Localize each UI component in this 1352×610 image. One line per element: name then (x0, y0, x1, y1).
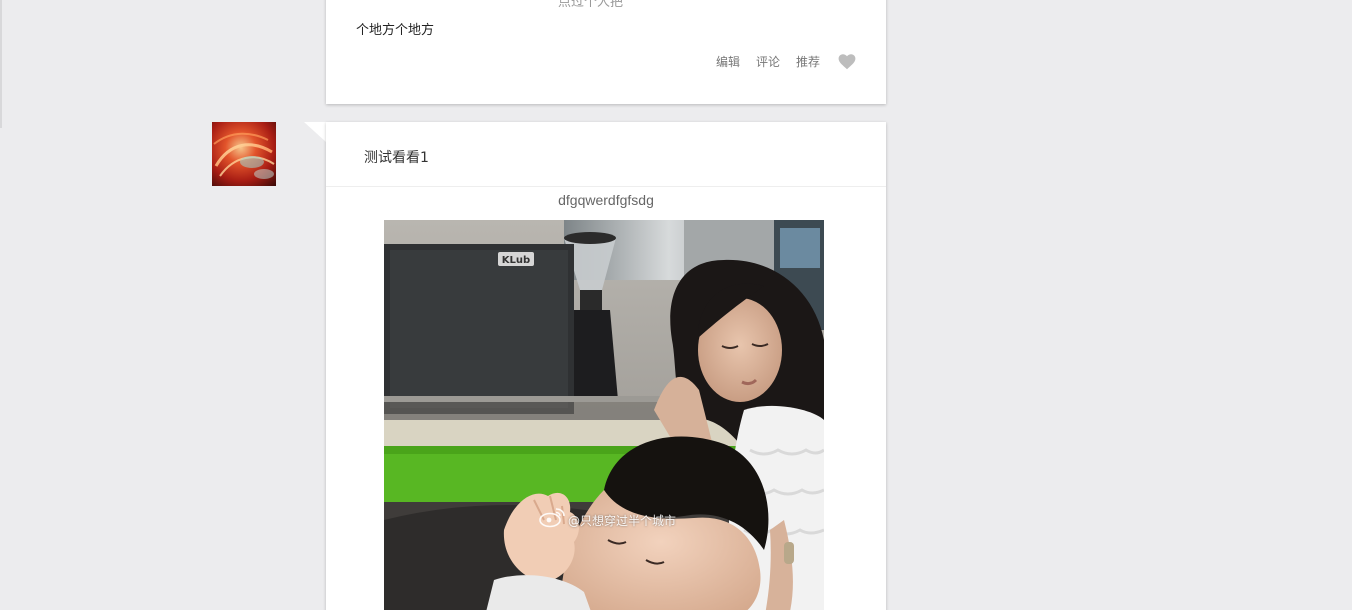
post-photo[interactable]: KLub @只想穿过半个城市 (384, 220, 824, 610)
weibo-logo-icon (539, 508, 565, 528)
avatar[interactable] (212, 122, 276, 186)
post-card: 测试看看1 dfgqwerdfgfsdg KLub @只想穿过半个城市 (326, 122, 886, 610)
page: 点过个人把 个地方个地方 编辑 评论 推荐 测试看看1 dfgqwerdfgfs… (0, 0, 1352, 610)
post-title[interactable]: 测试看看1 (364, 147, 429, 167)
post-actions: 编辑 评论 推荐 (716, 53, 856, 70)
photo-watermark: @只想穿过半个城市 (568, 514, 677, 528)
post-body: 个地方个地方 (356, 23, 435, 38)
machine-brand-label: KLub (502, 255, 530, 266)
divider (326, 186, 886, 187)
comment-link[interactable]: 评论 (756, 53, 780, 70)
post-subtitle: dfgqwerdfgfsdg (558, 192, 654, 208)
left-scroll-rule (0, 0, 2, 128)
heart-icon[interactable] (838, 53, 856, 70)
post-card: 点过个人把 个地方个地方 编辑 评论 推荐 (326, 0, 886, 104)
edit-link[interactable]: 编辑 (716, 53, 740, 70)
post-cut-off-text: 点过个人把 (558, 0, 624, 10)
card-pointer (304, 122, 326, 142)
recommend-link[interactable]: 推荐 (796, 53, 820, 70)
